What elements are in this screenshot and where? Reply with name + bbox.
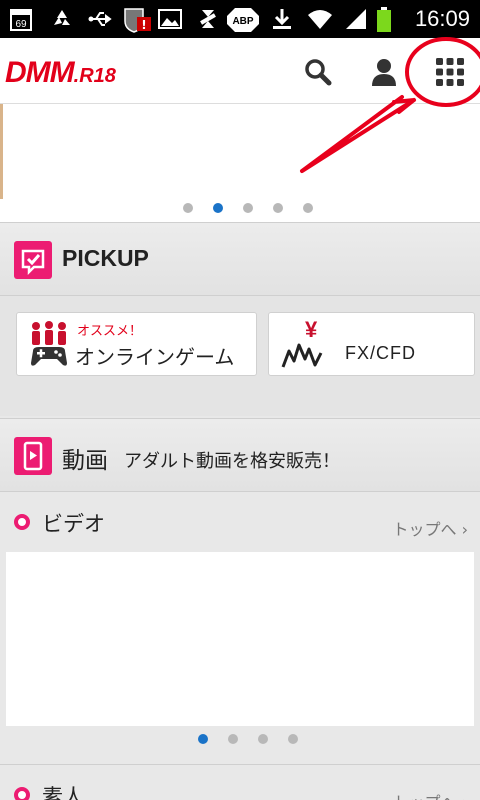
fx-chart-icon [281, 343, 323, 368]
game-controller-icon [31, 321, 67, 366]
signal-icon [342, 7, 366, 31]
account-button[interactable] [364, 52, 404, 92]
pickup-check-icon [14, 241, 52, 279]
search-button[interactable] [298, 52, 338, 92]
download-icon [270, 7, 294, 31]
pink-ring-icon [14, 514, 30, 530]
video-dot[interactable] [228, 734, 238, 744]
banner-dot-active[interactable] [213, 203, 223, 213]
banner-dot[interactable] [303, 203, 313, 213]
dmm-logo[interactable]: DMM.R18 [5, 56, 116, 89]
game-card-tag: オススメ！ [77, 324, 143, 339]
calendar-icon: 69 [10, 7, 34, 31]
status-bar: 69 ! ABP 16:09 [0, 0, 480, 38]
logo-sub-text: .R18 [73, 65, 116, 87]
app-header: DMM.R18 [0, 38, 480, 104]
banner-image[interactable] [0, 104, 3, 199]
banner-carousel[interactable] [0, 104, 480, 222]
amateur-top-link[interactable]: トップへ › [393, 789, 469, 800]
svg-text:!: ! [141, 18, 146, 32]
status-time: 16:09 [414, 6, 470, 31]
game-card-label: オンラインゲーム [75, 345, 235, 369]
banner-dot[interactable] [183, 203, 193, 213]
fx-card-label: FX/CFD [345, 343, 416, 363]
online-game-card[interactable]: オススメ！ オンラインゲーム [16, 312, 257, 376]
wifi-icon [306, 7, 332, 31]
image-icon [158, 7, 182, 31]
video-dot-active[interactable] [198, 734, 208, 744]
menu-grid-button[interactable] [430, 52, 470, 92]
amateur-row-title: 素人 [42, 785, 84, 800]
video-row-header: ビデオ トップへ › [0, 494, 480, 552]
video-dot[interactable] [258, 734, 268, 744]
video-section-subtitle: アダルト動画を格安販売！ [124, 451, 340, 472]
pickup-title: PICKUP [62, 245, 149, 271]
video-phone-icon [14, 437, 52, 475]
banner-dots [183, 203, 313, 213]
shield-alert-icon: ! [122, 7, 152, 33]
banner-dot[interactable] [273, 203, 283, 213]
banner-dot[interactable] [243, 203, 253, 213]
svg-text:69: 69 [15, 19, 27, 30]
logo-main-text: DMM [5, 56, 75, 89]
adblock-icon: ABP [226, 7, 260, 32]
video-top-link[interactable]: トップへ › [393, 516, 469, 540]
fx-cfd-card[interactable]: ¥ FX/CFD [268, 312, 475, 376]
pink-ring-icon [14, 787, 30, 800]
video-section-header: 動画 アダルト動画を格安販売！ [0, 418, 480, 492]
sync-icon [196, 7, 220, 31]
video-dot[interactable] [288, 734, 298, 744]
video-row-title: ビデオ [42, 512, 105, 536]
user-icon [372, 59, 396, 86]
battery-icon [376, 7, 394, 32]
video-section-title: 動画 [62, 447, 108, 473]
video-carousel[interactable] [6, 552, 474, 726]
usb-icon [88, 7, 112, 31]
amateur-row-header: 素人 トップへ › [0, 764, 480, 800]
recycle-icon [50, 7, 74, 31]
pickup-header: PICKUP [0, 222, 480, 296]
grid-menu-icon [436, 58, 464, 86]
pickup-area: オススメ！ オンラインゲーム ¥ FX/CFD [0, 296, 480, 416]
search-icon [305, 59, 332, 86]
video-dots [198, 734, 298, 744]
svg-text:ABP: ABP [232, 16, 253, 27]
